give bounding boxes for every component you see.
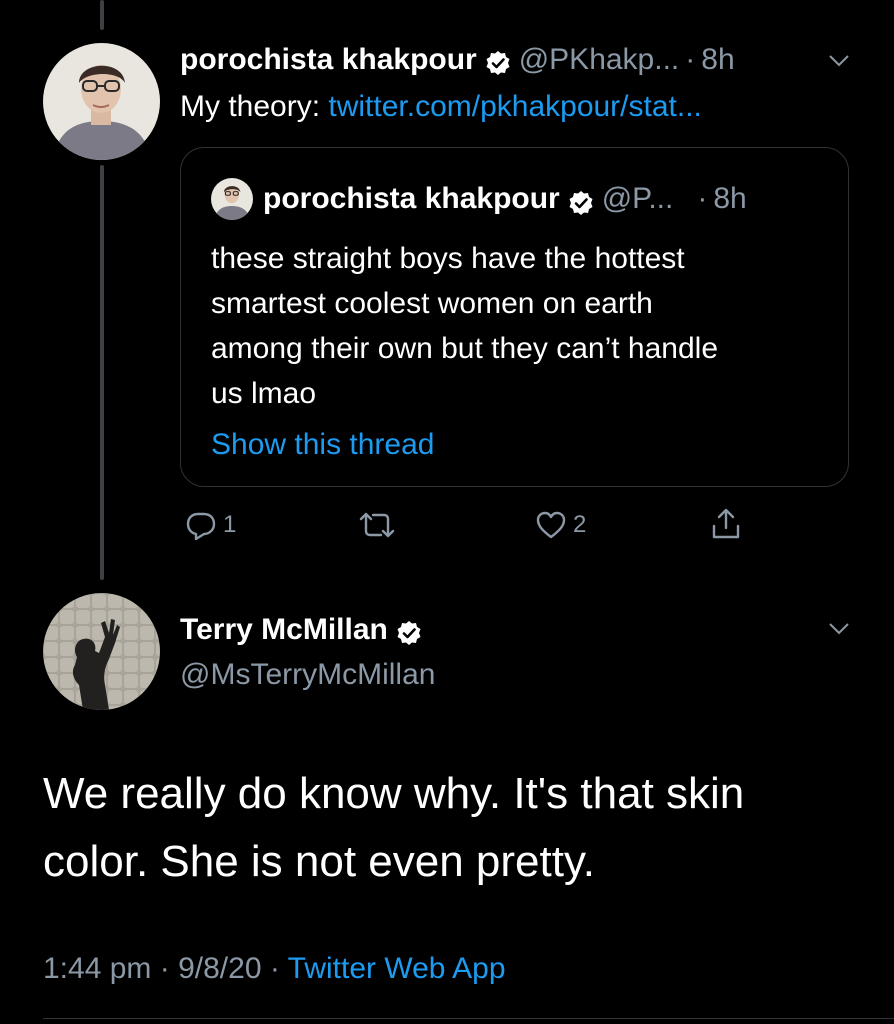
- reply-icon: [185, 509, 217, 541]
- reply-count: 1: [223, 511, 237, 538]
- author-name[interactable]: porochista khakpour: [180, 40, 477, 80]
- quoted-author-name: porochista khakpour: [263, 182, 560, 215]
- retweet-icon: [357, 509, 397, 541]
- quoted-tweet-text: these straight boys have the hottest sma…: [211, 236, 831, 416]
- like-button[interactable]: 2: [535, 509, 586, 541]
- tweet-link[interactable]: twitter.com/pkhakpour/stat...: [328, 90, 702, 123]
- verified-badge-icon: [396, 617, 422, 645]
- tweet-text-prefix: My theory:: [180, 90, 329, 123]
- main-tweet-header: Terry McMillan: [180, 610, 430, 650]
- chevron-down-icon[interactable]: [828, 54, 850, 68]
- chevron-down-icon[interactable]: [828, 622, 850, 636]
- retweet-button[interactable]: [357, 509, 403, 541]
- quoted-tweet-card[interactable]: porochista khakpour @P... · 8h these str…: [180, 147, 849, 487]
- show-thread-link[interactable]: Show this thread: [211, 423, 434, 467]
- like-count: 2: [573, 511, 587, 538]
- tweet-text-line: We really do know why. It's that skin: [43, 769, 745, 818]
- separator-dot: ·: [697, 182, 708, 215]
- avatar[interactable]: [43, 43, 160, 160]
- quoted-tweet-time: 8h: [713, 182, 747, 215]
- tweet-source-link[interactable]: Twitter Web App: [288, 952, 506, 985]
- separator-dot: ·: [269, 952, 280, 985]
- author-name[interactable]: Terry McMillan: [180, 610, 388, 650]
- author-handle[interactable]: @PKhakp...: [519, 40, 680, 80]
- share-icon: [710, 507, 742, 541]
- tweet-date: 9/8/20: [178, 952, 262, 985]
- tweet-actions: 1 2: [185, 505, 745, 545]
- quoted-tweet-line: among their own but they can’t handle: [211, 332, 718, 365]
- reply-button[interactable]: 1: [185, 509, 236, 541]
- quoted-tweet-header: porochista khakpour @P... · 8h: [263, 178, 747, 220]
- quoted-tweet-line: us lmao: [211, 377, 317, 410]
- avatar[interactable]: [43, 593, 160, 710]
- tweet-text-line: color. She is not even pretty.: [43, 837, 595, 886]
- tweet-meta: 1:44 pm · 9/8/20 · Twitter Web App: [43, 947, 506, 991]
- tweet-text: My theory: twitter.com/pkhakpour/stat...: [180, 86, 702, 128]
- verified-badge-icon: [568, 186, 594, 215]
- tweet-thread-screen: porochista khakpour @PKhakp... · 8h My t…: [0, 0, 894, 1024]
- quoted-author-handle: @P...: [601, 182, 674, 215]
- divider: [43, 1018, 894, 1019]
- reply-tweet-header: porochista khakpour @PKhakp... · 8h: [180, 40, 735, 80]
- heart-icon: [535, 509, 567, 541]
- thread-connector: [100, 165, 104, 580]
- separator-dot: ·: [159, 952, 170, 985]
- tweet-time: 1:44 pm: [43, 952, 152, 985]
- quoted-tweet-line: these straight boys have the hottest: [211, 242, 685, 275]
- thread-connector-top: [100, 0, 104, 30]
- tweet-text: We really do know why. It's that skin co…: [43, 760, 843, 896]
- avatar: [211, 178, 253, 220]
- verified-badge-icon: [485, 47, 511, 75]
- share-button[interactable]: [710, 507, 742, 541]
- tweet-time[interactable]: 8h: [701, 40, 734, 80]
- quoted-tweet-line: smartest coolest women on earth: [211, 287, 653, 320]
- author-handle[interactable]: @MsTerryMcMillan: [180, 655, 435, 695]
- separator-dot: ·: [685, 43, 696, 76]
